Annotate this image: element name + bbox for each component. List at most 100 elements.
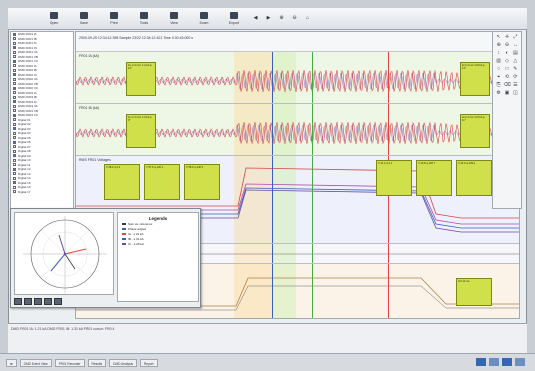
tool-button[interactable]: ⟲	[503, 74, 510, 81]
channel-checkbox[interactable]	[13, 68, 16, 72]
channel-checkbox[interactable]	[13, 55, 16, 59]
tray-icon[interactable]	[502, 358, 512, 366]
annotation-box[interactable]: Δt 2.4 ms I 0.8 kA φ 14°	[460, 62, 490, 96]
tool-button[interactable]: ↔	[512, 42, 519, 49]
legend-window-button[interactable]	[34, 298, 42, 305]
annotation-box[interactable]: V 42.0 φ 239.0	[456, 160, 492, 196]
tool-button[interactable]: ⟳	[512, 74, 519, 81]
channel-checkbox[interactable]	[13, 136, 16, 140]
annotation-box[interactable]: V 57.6 φ 120.1	[144, 164, 180, 200]
cursor-line[interactable]	[312, 244, 313, 263]
tool-button[interactable]: ◐	[503, 50, 510, 57]
annotation-box[interactable]: Δt -2.4 ms I 1.2 kA φ 12°	[126, 62, 156, 96]
annotation-box[interactable]: V 58.9 φ 240.3	[184, 164, 220, 200]
channel-checkbox[interactable]	[13, 64, 16, 68]
channel-checkbox[interactable]	[13, 32, 16, 36]
tray-icon[interactable]	[476, 358, 486, 366]
tool-button[interactable]: ↕	[495, 50, 502, 57]
tool-button[interactable]: ⎘	[495, 82, 502, 89]
channel-checkbox[interactable]	[13, 50, 16, 54]
cursor-line[interactable]	[388, 244, 389, 263]
channel-checkbox[interactable]	[13, 77, 16, 81]
taskbar-item[interactable]: DMD Analysis	[109, 358, 137, 367]
tool-button[interactable]: ◇	[503, 58, 510, 65]
cursor-line[interactable]	[388, 104, 389, 155]
channel-checkbox[interactable]	[13, 140, 16, 144]
annotation-box[interactable]: Δ 0.12 ms	[456, 278, 492, 306]
tool-button[interactable]: ◫	[512, 90, 519, 97]
tool-button[interactable]: ✛	[503, 34, 510, 41]
channel-checkbox[interactable]	[13, 158, 16, 162]
cursor-line[interactable]	[272, 244, 273, 263]
channel-checkbox[interactable]	[13, 59, 16, 63]
channel-checkbox[interactable]	[13, 176, 16, 180]
legend-window-button[interactable]	[14, 298, 22, 305]
channel-checkbox[interactable]	[13, 131, 16, 135]
cursor-line[interactable]	[388, 264, 389, 318]
tool-button[interactable]: ⊖	[503, 42, 510, 49]
taskbar-item[interactable]: DMD Event View	[19, 358, 52, 367]
annotation-box[interactable]: V 40.8 φ 118.7	[416, 160, 452, 196]
channel-checkbox[interactable]	[13, 167, 16, 171]
channel-checkbox[interactable]	[13, 127, 16, 131]
cursor-line[interactable]	[312, 156, 313, 243]
tool-button[interactable]: ⊕	[495, 42, 502, 49]
zoom-button[interactable]: Zoom	[192, 10, 216, 28]
cursor-line[interactable]	[272, 52, 273, 103]
cursor-line[interactable]	[388, 52, 389, 103]
annotation-box[interactable]: Δt -2.4 ms I 1.3 kA φ 9°	[126, 114, 156, 148]
channel-checkbox[interactable]	[13, 37, 16, 41]
channel-checkbox[interactable]	[13, 181, 16, 185]
cursor-line[interactable]	[272, 104, 273, 155]
channel-checkbox[interactable]	[13, 190, 16, 194]
annotation-box[interactable]: V 41.2 φ 2.1	[376, 160, 412, 196]
annotation-box[interactable]: Δt 2.4 ms I 0.9 kA φ 11°	[460, 114, 490, 148]
tool-button[interactable]: ⌖	[495, 74, 502, 81]
tool-button[interactable]: ▣	[503, 90, 510, 97]
tool-button[interactable]: ⤢	[512, 34, 519, 41]
taskbar-item[interactable]: FR01 Recorder	[54, 358, 85, 367]
toolbar-small-button[interactable]: ◀	[252, 15, 259, 22]
channel-checkbox[interactable]	[13, 95, 16, 99]
export-button[interactable]: Export	[222, 10, 246, 28]
channel-tree[interactable]: DMD FR01 IA DMD FR01 IB DMD FR01 IC DMD FR0…	[10, 31, 74, 209]
legend-window-button[interactable]	[54, 298, 62, 305]
channel-panel[interactable]: FR01 IA (kA) Δt -2.4 ms I 1.2 kA φ 12° Δt …	[76, 52, 519, 104]
channel-checkbox[interactable]	[13, 154, 16, 158]
cursor-line[interactable]	[272, 156, 273, 243]
tray-icon[interactable]	[515, 358, 525, 366]
channel-checkbox[interactable]	[13, 172, 16, 176]
tools-button[interactable]: Tools	[132, 10, 156, 28]
tray-icon[interactable]	[489, 358, 499, 366]
start-button[interactable]: ⊞	[6, 358, 17, 367]
channel-checkbox[interactable]	[13, 100, 16, 104]
legend-window[interactable]: Legends Sum av. reference Phase angles IA …	[10, 208, 201, 308]
channel-checkbox[interactable]	[13, 145, 16, 149]
tool-button[interactable]: ✎	[512, 66, 519, 73]
time-ruler[interactable]: 2009-09-25 12:34:12.398 Sample 23/22 12:…	[76, 32, 519, 52]
channel-item[interactable]: Digital 17	[11, 190, 73, 195]
channel-checkbox[interactable]	[13, 91, 16, 95]
annotation-box[interactable]: V 58.2 φ 0.4	[104, 164, 140, 200]
tool-button[interactable]: ⌫	[503, 82, 510, 89]
toolbar-small-button[interactable]: ▶	[265, 15, 272, 22]
tool-button[interactable]: ▥	[495, 58, 502, 65]
channel-checkbox[interactable]	[13, 41, 16, 45]
channel-checkbox[interactable]	[13, 118, 16, 122]
channel-checkbox[interactable]	[13, 104, 16, 108]
print-button[interactable]: Print	[102, 10, 126, 28]
channel-checkbox[interactable]	[13, 73, 16, 77]
channel-checkbox[interactable]	[13, 82, 16, 86]
cursor-line[interactable]	[312, 104, 313, 155]
cursor-line[interactable]	[312, 52, 313, 103]
channel-checkbox[interactable]	[13, 149, 16, 153]
view-button[interactable]: View	[162, 10, 186, 28]
channel-checkbox[interactable]	[13, 109, 16, 113]
taskbar-item[interactable]: Report	[140, 358, 158, 367]
tool-button[interactable]: ⚙	[495, 90, 502, 97]
cursor-line[interactable]	[272, 264, 273, 318]
channel-checkbox[interactable]	[13, 46, 16, 50]
toolbar-small-button[interactable]: ⌂	[304, 15, 311, 22]
open-button[interactable]: Open	[42, 10, 66, 28]
legend-window-button[interactable]	[24, 298, 32, 305]
